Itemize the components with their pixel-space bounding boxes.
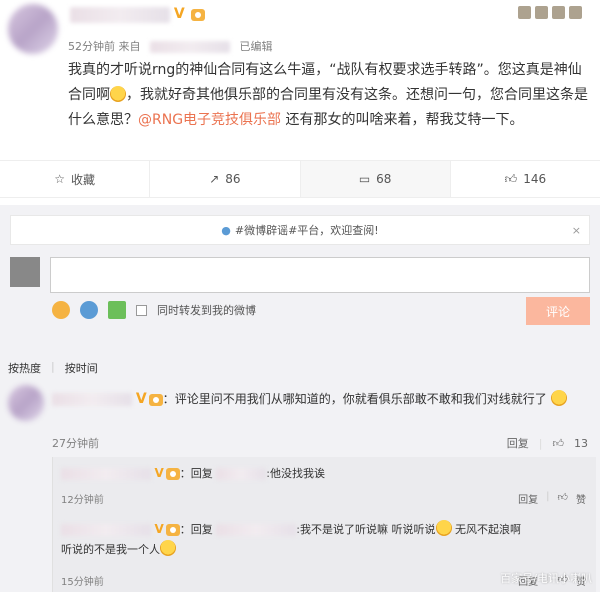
top-icons: [518, 6, 582, 19]
favorite-button[interactable]: ☆ 收藏: [0, 161, 151, 197]
sort-tabs: 按热度 | 按时间: [8, 360, 98, 376]
tab-sort-hot[interactable]: 按热度: [8, 360, 41, 376]
medal-icon: [518, 6, 531, 19]
reply-button[interactable]: 回复: [518, 491, 538, 506]
submit-comment-button[interactable]: 评论: [526, 297, 590, 325]
replier-name[interactable]: [61, 468, 151, 480]
verified-icon: V: [173, 6, 185, 22]
repost-icon: ↗: [209, 172, 220, 186]
thumbs-up-icon[interactable]: 👍︎: [558, 491, 568, 506]
reply-item: V ：回复 :我不是说了听说嘛 听说听说 无风不起浪啊 听说的不是我一个人: [61, 520, 521, 556]
reply-item: V ：回复 :他没找我诶: [61, 463, 591, 484]
comment-button[interactable]: ▭ 68: [300, 161, 451, 197]
author-name-blur: [70, 6, 170, 23]
comment-icon: ▭: [358, 172, 371, 186]
emoji-icon: [550, 390, 567, 406]
crown-icon: [535, 6, 548, 19]
badge-icon: [552, 6, 565, 19]
composer-tools: 同时转发到我的微博: [52, 301, 256, 319]
reply-time[interactable]: 12分钟前: [61, 491, 104, 506]
mention-link[interactable]: @RNG电子竞技俱乐部: [138, 112, 281, 128]
reply-actions: 回复 | 👍︎ 赞: [518, 491, 586, 506]
post-time[interactable]: 52分钟前 来自: [68, 40, 141, 53]
verified-icon: V: [154, 466, 164, 480]
post-meta: 52分钟前 来自 已编辑: [68, 38, 273, 54]
source-blur: [150, 41, 230, 53]
sweat-emoji-icon: [110, 86, 126, 102]
tab-sort-time[interactable]: 按时间: [65, 360, 98, 376]
replier-name[interactable]: [61, 524, 151, 536]
commenter-name[interactable]: [52, 393, 132, 406]
thumbs-up-icon: 👍︎: [504, 171, 518, 186]
topic-icon[interactable]: [80, 301, 98, 319]
commenter-avatar[interactable]: [8, 385, 44, 421]
author-avatar[interactable]: [8, 4, 58, 54]
like-button[interactable]: 👍︎ 146: [451, 161, 600, 197]
edited-label[interactable]: 已编辑: [240, 40, 273, 53]
close-icon[interactable]: ×: [572, 224, 581, 237]
my-avatar: [10, 257, 40, 287]
comment-item: V ：评论里问不用我们从哪知道的，你就看俱乐部敢不敢和我们对线就行了: [52, 388, 592, 410]
chevron-down-icon[interactable]: [569, 6, 582, 19]
action-bar: ☆ 收藏 ↗ 86 ▭ 68 👍︎ 146: [0, 160, 600, 198]
comment-actions: 回复 | 👍︎ 13: [506, 435, 588, 451]
watermark: 百家号/电讯小喇叭: [500, 572, 592, 585]
info-icon: ●: [221, 223, 231, 237]
post-content: 我真的才听说rng的神仙合同有这么牛逼，“战队有权要求选手转路”。您这真是神仙合…: [68, 62, 588, 128]
level-icon: [190, 8, 205, 21]
replied-user[interactable]: [216, 468, 267, 480]
comment-time[interactable]: 27分钟前: [52, 435, 99, 451]
level-icon: [165, 524, 180, 536]
verified-icon: V: [154, 522, 164, 536]
emoji-icon[interactable]: [52, 301, 70, 319]
replied-user[interactable]: [216, 524, 297, 536]
emoji-icon: [160, 540, 176, 556]
comment-text: 评论里问不用我们从哪知道的，你就看俱乐部敢不敢和我们对线就行了: [174, 392, 547, 406]
thumbs-up-icon[interactable]: 👍︎: [553, 437, 565, 450]
author-name[interactable]: V: [70, 6, 205, 23]
image-icon[interactable]: [108, 301, 126, 319]
emoji-icon: [435, 520, 452, 536]
forward-checkbox[interactable]: [136, 304, 147, 316]
star-icon: ☆: [54, 172, 65, 186]
like-count: 13: [574, 436, 588, 450]
reply-button[interactable]: 回复: [507, 435, 529, 451]
forward-label: 同时转发到我的微博: [157, 304, 256, 317]
level-icon: [165, 468, 180, 480]
repost-button[interactable]: ↗ 86: [150, 161, 301, 197]
verified-icon: V: [135, 391, 147, 407]
comment-section: ● #微博辟谣#平台，欢迎查阅! × 同时转发到我的微博 评论 按热度 | 按时…: [0, 205, 600, 592]
rumor-notice[interactable]: ● #微博辟谣#平台，欢迎查阅! ×: [10, 215, 590, 245]
reply-time[interactable]: 15分钟前: [61, 573, 104, 588]
level-icon: [148, 393, 163, 406]
comment-input[interactable]: [50, 257, 590, 293]
